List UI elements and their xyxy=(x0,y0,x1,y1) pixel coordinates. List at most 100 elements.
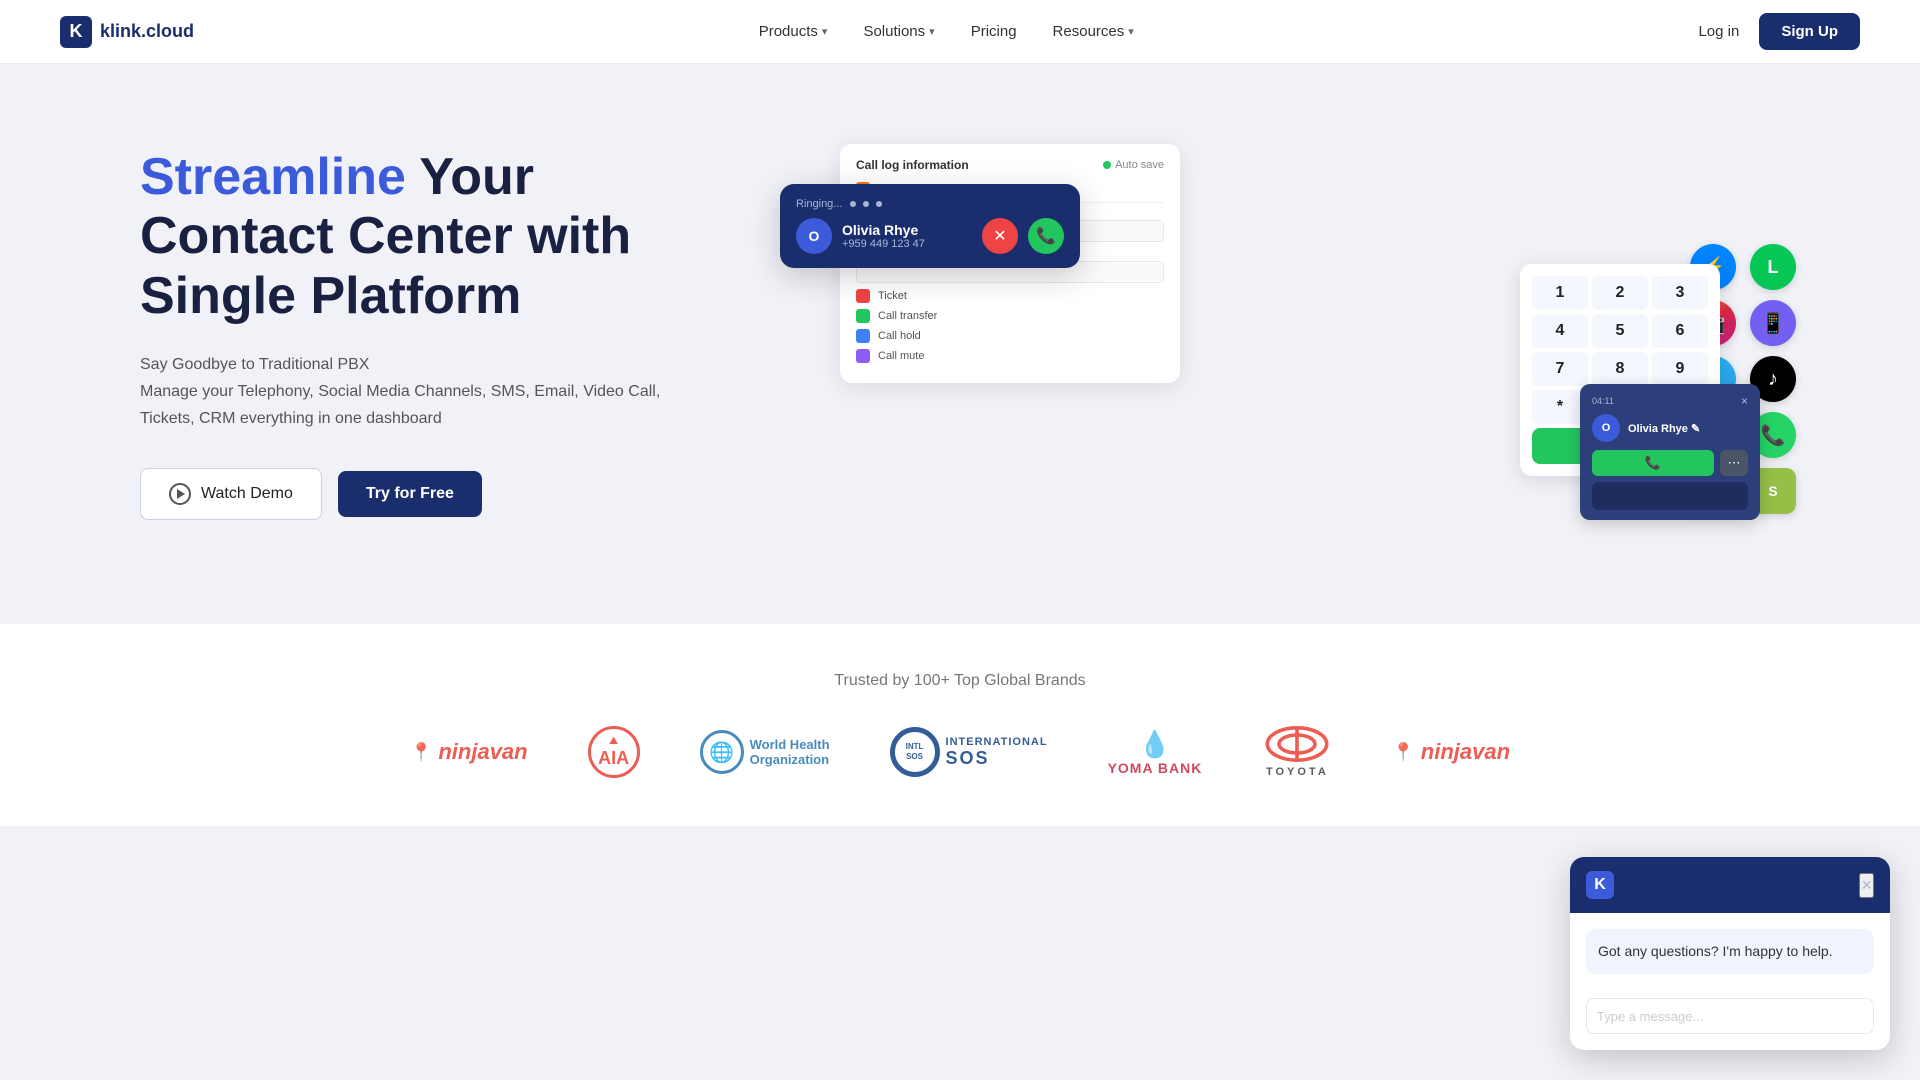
mini-caller-row: O Olivia Rhye ✎ xyxy=(1592,414,1748,442)
caller-name: Olivia Rhye xyxy=(842,222,964,238)
mini-call-actions: 📞 ⋯ xyxy=(1592,450,1748,476)
caller-number: +959 449 123 47 xyxy=(842,238,964,250)
mini-more-button[interactable]: ⋯ xyxy=(1720,450,1748,476)
logos-row: 📍 ninjavan ⛰ AIA 🌐 World Health Organiza… xyxy=(60,726,1860,778)
who-text: World Health Organization xyxy=(750,737,830,767)
dial-key-6[interactable]: 6 xyxy=(1652,314,1708,348)
phone-end-icon: ✕ xyxy=(993,226,1006,246)
chevron-down-icon: ▾ xyxy=(822,25,828,38)
chat-widget-close-button[interactable]: × xyxy=(1859,873,1874,898)
nav-solutions[interactable]: Solutions ▾ xyxy=(863,23,934,40)
dial-key-4[interactable]: 4 xyxy=(1532,314,1588,348)
dial-key-7[interactable]: 7 xyxy=(1532,352,1588,386)
field-call-mute: Call mute xyxy=(856,349,1164,363)
mini-avatar: O xyxy=(1592,414,1620,442)
brand-logo[interactable]: K klink.cloud xyxy=(60,16,194,48)
dial-key-9[interactable]: 9 xyxy=(1652,352,1708,386)
nav-products[interactable]: Products ▾ xyxy=(759,23,828,40)
chevron-down-icon: ▾ xyxy=(929,25,935,38)
ninjavan-label: ninjavan xyxy=(1421,739,1510,765)
chevron-down-icon: ▾ xyxy=(1128,25,1134,38)
dial-key-5[interactable]: 5 xyxy=(1592,314,1648,348)
chat-widget: K × Got any questions? I'm happy to help… xyxy=(1570,857,1890,1050)
logo-toyota: TOYOTA xyxy=(1262,726,1332,778)
field-icon xyxy=(856,349,870,363)
line-icon: L xyxy=(1750,244,1796,290)
caller-avatar: O xyxy=(796,218,832,254)
play-icon xyxy=(169,483,191,505)
brand-name: klink.cloud xyxy=(100,21,194,42)
hero-subtitle: Say Goodbye to Traditional PBX Manage yo… xyxy=(140,351,720,433)
chat-widget-body: Got any questions? I'm happy to help. xyxy=(1570,913,1890,990)
auto-save-label: Auto save xyxy=(1103,159,1164,171)
nav-actions: Log in Sign Up xyxy=(1698,13,1860,50)
phone-icon: 📞 xyxy=(1645,455,1661,471)
call-log-header: Call log information Auto save xyxy=(856,158,1164,172)
phone-accept-icon: 📞 xyxy=(1036,226,1056,246)
yoma-bank-label: YOMA BANK xyxy=(1108,760,1203,776)
chat-widget-logo: K xyxy=(1586,871,1614,899)
mini-contact-header: 04:11 × xyxy=(1592,394,1748,408)
hero-title: Streamline Your Contact Center with Sing… xyxy=(140,148,720,327)
dial-key-3[interactable]: 3 xyxy=(1652,276,1708,310)
caller-info-row: O Olivia Rhye +959 449 123 47 ✕ 📞 xyxy=(796,218,1064,254)
call-action-buttons: ✕ 📞 xyxy=(982,218,1064,254)
try-free-button[interactable]: Try for Free xyxy=(338,471,482,517)
nav-pricing[interactable]: Pricing xyxy=(971,23,1017,40)
yoma-drop-icon: 💧 xyxy=(1139,729,1171,760)
dial-key-2[interactable]: 2 xyxy=(1592,276,1648,310)
caller-info: Olivia Rhye +959 449 123 47 xyxy=(842,222,964,250)
hero-buttons: Watch Demo Try for Free xyxy=(140,468,720,520)
field-icon xyxy=(856,329,870,343)
dial-key-8[interactable]: 8 xyxy=(1592,352,1648,386)
logo-ninjavan: 📍 ninjavan xyxy=(410,726,528,778)
ninjavan-label: ninjavan xyxy=(438,739,527,765)
mini-call-button[interactable]: 📞 xyxy=(1592,450,1714,476)
signup-button[interactable]: Sign Up xyxy=(1759,13,1860,50)
chat-input[interactable]: Type a message... xyxy=(1586,998,1874,1034)
navbar: K klink.cloud Products ▾ Solutions ▾ Pri… xyxy=(0,0,1920,64)
field-call-hold: Call hold xyxy=(856,329,1164,343)
hero-section: Streamline Your Contact Center with Sing… xyxy=(0,64,1920,624)
ninjavan-pin-icon: 📍 xyxy=(410,742,432,763)
ringing-card: Ringing... O Olivia Rhye +959 449 123 47… xyxy=(780,184,1080,268)
trusted-title: Trusted by 100+ Top Global Brands xyxy=(60,672,1860,690)
aia-circle-icon: ⛰ AIA xyxy=(588,726,640,778)
chat-message-bubble: Got any questions? I'm happy to help. xyxy=(1586,929,1874,974)
toyota-logo-icon xyxy=(1262,726,1332,762)
more-icon: ⋯ xyxy=(1728,455,1741,471)
login-button[interactable]: Log in xyxy=(1698,23,1739,40)
globe-icon: 🌐 xyxy=(709,740,734,765)
call-end-button[interactable]: ✕ xyxy=(982,218,1018,254)
status-dot-icon xyxy=(1103,161,1111,169)
field-icon xyxy=(856,309,870,323)
chat-widget-footer: Type a message... xyxy=(1570,990,1890,1050)
logo-ninjavan-2: 📍 ninjavan xyxy=(1392,726,1510,778)
call-timer: 04:11 xyxy=(1592,396,1614,406)
call-accept-button[interactable]: 📞 xyxy=(1028,218,1064,254)
toyota-label: TOYOTA xyxy=(1266,766,1329,778)
chat-widget-header: K × xyxy=(1570,857,1890,913)
mini-text-area xyxy=(1592,482,1748,510)
viber-icon: 📱 xyxy=(1750,300,1796,346)
logo-yoma-bank: 💧 YOMA BANK xyxy=(1108,726,1203,778)
nav-resources[interactable]: Resources ▾ xyxy=(1053,23,1134,40)
hero-illustration: Call log information Auto save Call note… xyxy=(780,124,1780,544)
logo-isos: INTLSOS INTERNATIONAL SOS xyxy=(890,726,1048,778)
ninjavan-pin-icon: 📍 xyxy=(1392,742,1414,763)
field-call-transfer: Call transfer xyxy=(856,309,1164,323)
isos-ring-icon: INTLSOS xyxy=(890,727,940,777)
trusted-section: Trusted by 100+ Top Global Brands 📍 ninj… xyxy=(0,624,1920,826)
dial-key-1[interactable]: 1 xyxy=(1532,276,1588,310)
watch-demo-button[interactable]: Watch Demo xyxy=(140,468,322,520)
isos-text: INTERNATIONAL SOS xyxy=(946,736,1048,769)
field-icon xyxy=(856,289,870,303)
hero-content: Streamline Your Contact Center with Sing… xyxy=(140,148,720,521)
close-icon[interactable]: × xyxy=(1741,394,1748,408)
field-ticket: Ticket xyxy=(856,289,1164,303)
logo-aia: ⛰ AIA xyxy=(588,726,640,778)
logo-who: 🌐 World Health Organization xyxy=(700,726,830,778)
mini-contact-card: 04:11 × O Olivia Rhye ✎ 📞 ⋯ xyxy=(1580,384,1760,520)
logo-icon: K xyxy=(60,16,92,48)
ringing-dot-icon xyxy=(850,201,856,207)
